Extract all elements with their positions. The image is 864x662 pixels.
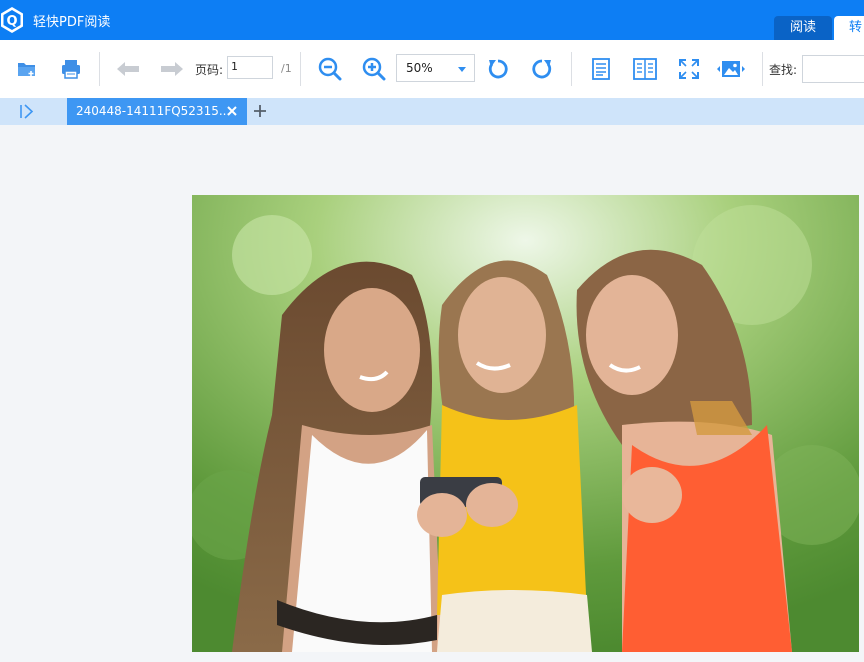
document-tab-title: 240448-14111FQ52315... <box>76 104 231 118</box>
rotate-right-button[interactable] <box>527 54 557 84</box>
print-button[interactable] <box>56 54 86 84</box>
toolbar-divider <box>571 52 572 86</box>
toolbar-divider <box>762 52 763 86</box>
arrow-right-icon <box>161 62 183 76</box>
fullscreen-icon <box>679 59 699 79</box>
arrow-left-icon <box>117 62 139 76</box>
open-file-button[interactable] <box>12 54 42 84</box>
image-icon <box>717 61 745 77</box>
app-logo-icon: Q <box>1 7 23 33</box>
rotate-right-icon <box>532 59 552 79</box>
add-tab-icon[interactable] <box>252 103 268 119</box>
sidebar-toggle-icon[interactable] <box>18 103 36 120</box>
title-bar: Q 轻快PDF阅读 阅读 转 <box>0 0 864 40</box>
page-label: 页码: <box>195 63 224 77</box>
folder-icon <box>18 63 35 76</box>
close-icon[interactable] <box>225 104 239 118</box>
single-page-button[interactable] <box>586 54 616 84</box>
search-label: 查找: <box>769 63 798 77</box>
tab-convert[interactable]: 转 <box>834 16 864 40</box>
zoom-value: 50% <box>406 61 433 75</box>
tab-read[interactable]: 阅读 <box>774 16 832 40</box>
zoom-in-icon <box>362 57 386 81</box>
fullscreen-button[interactable] <box>674 54 704 84</box>
toolbar: 页码: 1 /1 50% 查找: <box>0 40 864 99</box>
double-page-button[interactable] <box>630 54 660 84</box>
search-input[interactable] <box>802 55 864 83</box>
single-page-icon <box>592 58 610 80</box>
printer-icon <box>62 60 80 79</box>
previous-page-button[interactable] <box>113 54 143 84</box>
document-tab[interactable]: 240448-14111FQ52315... <box>67 98 247 125</box>
chevron-down-icon <box>458 67 466 72</box>
document-viewport[interactable] <box>0 125 864 662</box>
double-page-icon <box>633 58 657 80</box>
document-photo <box>192 195 859 652</box>
page-total: /1 <box>281 62 292 75</box>
image-view-button[interactable] <box>716 54 746 84</box>
app-title: 轻快PDF阅读 <box>33 15 111 30</box>
toolbar-divider <box>99 52 100 86</box>
zoom-out-icon <box>318 57 342 81</box>
logo-letter: Q <box>6 14 17 29</box>
zoom-select[interactable]: 50% <box>396 54 475 82</box>
zoom-out-button[interactable] <box>315 54 345 84</box>
next-page-button[interactable] <box>157 54 187 84</box>
document-tab-strip: 240448-14111FQ52315... <box>0 98 864 125</box>
rotate-left-button[interactable] <box>483 54 513 84</box>
toolbar-divider <box>300 52 301 86</box>
rotate-left-icon <box>488 59 508 79</box>
page-number-input[interactable]: 1 <box>227 56 273 79</box>
zoom-in-button[interactable] <box>359 54 389 84</box>
